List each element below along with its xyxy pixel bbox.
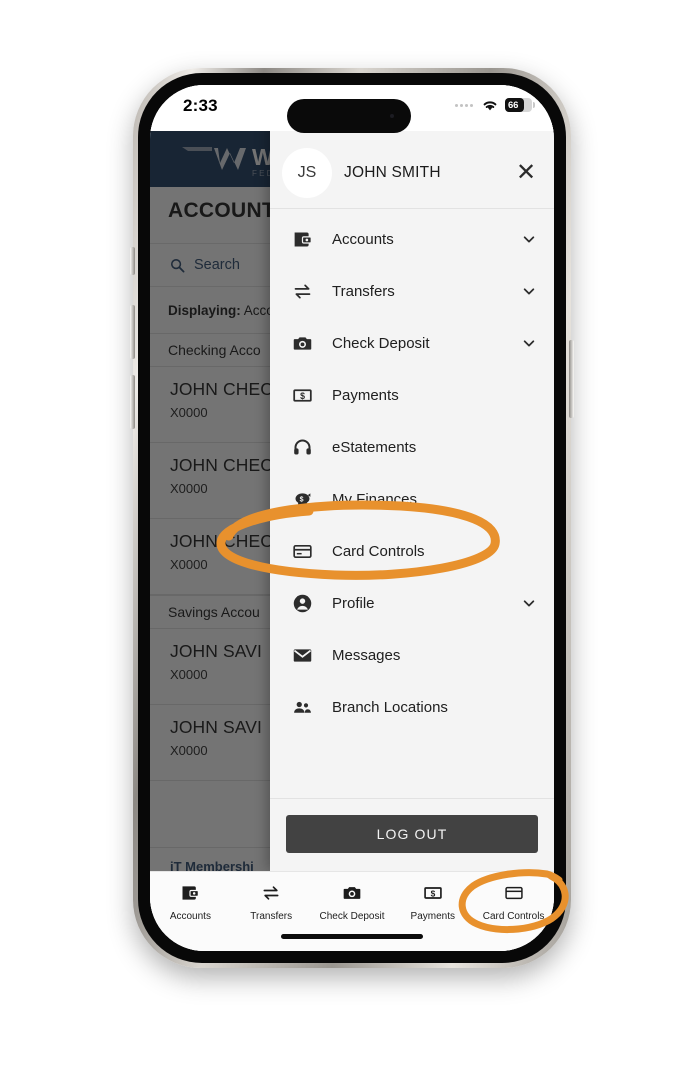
people-pin-icon <box>290 695 314 719</box>
silent-switch[interactable] <box>130 247 135 275</box>
tab-label: Payments <box>410 911 456 922</box>
volume-down-button[interactable] <box>130 375 135 429</box>
menu-item-label: Payments <box>332 386 399 404</box>
menu-item-accounts[interactable]: Accounts <box>270 213 554 265</box>
svg-text:$: $ <box>300 391 305 401</box>
chevron-down-icon <box>523 288 535 295</box>
svg-text:$: $ <box>299 496 303 503</box>
tab-check-deposit[interactable]: Check Deposit <box>312 882 393 922</box>
person-circle-icon <box>290 591 314 615</box>
menu-item-messages[interactable]: Messages <box>270 629 554 681</box>
tab-payments[interactable]: $ Payments <box>392 882 473 922</box>
tab-label: Card Controls <box>482 911 545 922</box>
wallet-icon <box>290 227 314 251</box>
no-chevron <box>522 648 536 662</box>
volume-up-button[interactable] <box>130 305 135 359</box>
menu-item-check-deposit[interactable]: Check Deposit <box>270 317 554 369</box>
tab-label: Check Deposit <box>319 911 385 922</box>
menu-item-label: Profile <box>332 594 375 612</box>
chevron-down-icon <box>523 236 535 243</box>
menu-item-label: Card Controls <box>332 542 425 560</box>
menu-item-label: Transfers <box>332 282 395 300</box>
menu-item-label: My Finances <box>332 490 418 508</box>
svg-text:$: $ <box>430 888 435 898</box>
screenshot-root: WE FEDERAL ACCOUNT S Search Displaying: <box>0 0 700 1080</box>
tab-transfers[interactable]: Transfers <box>231 882 312 922</box>
avatar: JS <box>282 147 332 198</box>
battery-indicator: 66 <box>505 98 535 112</box>
home-indicator <box>281 934 423 939</box>
wallet-icon <box>180 882 200 904</box>
piggy-bank-icon: $ <box>290 487 314 511</box>
logout-button[interactable]: LOG OUT <box>286 815 538 853</box>
menu-item-card-controls[interactable]: Card Controls <box>270 525 554 577</box>
chevron-down-icon <box>523 340 535 347</box>
credit-card-icon <box>504 882 524 904</box>
wifi-icon <box>483 101 497 111</box>
transfer-arrows-icon <box>290 279 314 303</box>
dynamic-island <box>287 99 411 133</box>
chevron-down-icon <box>523 600 535 607</box>
menu-item-payments[interactable]: $ Payments <box>270 369 554 421</box>
tab-accounts[interactable]: Accounts <box>150 882 231 922</box>
menu-item-branch-locations[interactable]: Branch Locations <box>270 681 554 733</box>
menu-item-label: Messages <box>332 646 401 664</box>
status-indicators: 66 <box>455 98 535 112</box>
menu-item-estatements[interactable]: eStatements <box>270 421 554 473</box>
menu-item-label: Check Deposit <box>332 334 430 352</box>
menu-item-transfers[interactable]: Transfers <box>270 265 554 317</box>
tab-card-controls[interactable]: Card Controls <box>473 882 554 922</box>
phone-screen: WE FEDERAL ACCOUNT S Search Displaying: <box>150 85 554 951</box>
menu-item-label: Branch Locations <box>332 698 448 716</box>
no-chevron <box>522 544 536 558</box>
no-chevron <box>522 700 536 714</box>
credit-card-icon <box>290 539 314 563</box>
envelope-icon <box>290 643 314 667</box>
no-chevron <box>522 492 536 506</box>
transfer-arrows-icon <box>261 882 281 904</box>
camera-icon <box>290 331 314 355</box>
dollar-bill-icon: $ <box>423 882 443 904</box>
dollar-bill-icon: $ <box>290 383 314 407</box>
tab-label: Accounts <box>169 911 211 922</box>
signal-dots-icon <box>455 103 473 107</box>
camera-icon <box>342 882 362 904</box>
drawer-footer: LOG OUT <box>270 798 554 871</box>
menu-item-label: Accounts <box>332 230 394 248</box>
tab-label: Transfers <box>250 911 293 922</box>
no-chevron <box>522 388 536 402</box>
close-icon[interactable]: ✕ <box>512 160 540 185</box>
bottom-tab-bar: Accounts Transfers Check Deposit $ Payme… <box>150 871 554 951</box>
headset-icon <box>290 435 314 459</box>
menu-item-profile[interactable]: Profile <box>270 577 554 629</box>
navigation-drawer: JS JOHN SMITH ✕ Accounts Transfers Check… <box>270 85 554 871</box>
no-chevron <box>522 440 536 454</box>
drawer-menu: Accounts Transfers Check Deposit $ Payme… <box>270 209 554 798</box>
clock: 2:33 <box>183 96 218 115</box>
power-button[interactable] <box>569 340 574 418</box>
menu-item-my-finances[interactable]: $ My Finances <box>270 473 554 525</box>
user-name: JOHN SMITH <box>344 163 441 181</box>
menu-item-label: eStatements <box>332 438 417 456</box>
battery-percent: 66 <box>508 99 519 111</box>
